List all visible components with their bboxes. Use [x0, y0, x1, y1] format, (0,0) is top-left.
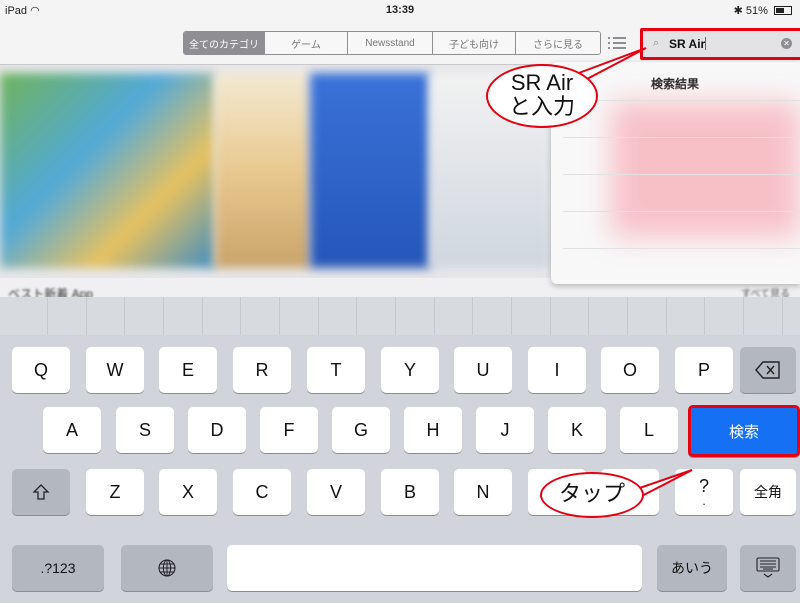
- key-i[interactable]: I: [528, 347, 586, 393]
- key-e[interactable]: E: [159, 347, 217, 393]
- result-list: [563, 100, 800, 285]
- callout-line: タップ: [558, 481, 625, 506]
- key-j[interactable]: J: [476, 407, 534, 453]
- key-b[interactable]: B: [381, 469, 439, 515]
- callout-line: と入力: [508, 94, 575, 119]
- question-label: ?: [698, 476, 709, 496]
- key-s[interactable]: S: [116, 407, 174, 453]
- featured-banner[interactable]: [310, 73, 430, 268]
- key-a[interactable]: A: [43, 407, 101, 453]
- popover-title: 検索結果: [651, 77, 700, 91]
- section-title: ベスト新着 App: [8, 287, 93, 297]
- see-all-link[interactable]: すべて見る: [741, 285, 790, 297]
- search-key[interactable]: 検索: [688, 405, 800, 457]
- key-o[interactable]: O: [601, 347, 659, 393]
- clock: 13:39: [385, 4, 415, 16]
- bluetooth-icon: ✱: [733, 5, 743, 17]
- search-input[interactable]: SR Air: [669, 37, 707, 51]
- key-p[interactable]: P: [675, 347, 733, 393]
- prediction-bar: [0, 297, 800, 335]
- segment-newsstand[interactable]: Newsstand: [347, 32, 432, 54]
- segment-games[interactable]: ゲーム: [264, 32, 347, 54]
- callout-tap: タップ: [540, 472, 644, 518]
- space-key[interactable]: [227, 545, 642, 591]
- key-y[interactable]: Y: [381, 347, 439, 393]
- featured-banner[interactable]: [215, 73, 310, 268]
- battery-icon: [774, 6, 792, 15]
- segment-kids[interactable]: 子ども向け: [432, 32, 515, 54]
- key-d[interactable]: D: [188, 407, 246, 453]
- software-keyboard: Q W E R T Y U I O P A S D F G H J K L 検索…: [0, 297, 800, 603]
- backspace-icon: [755, 361, 780, 379]
- list-icon[interactable]: [608, 34, 626, 50]
- keyboard-dismiss-key[interactable]: [740, 545, 796, 591]
- category-segmented-control: 全てのカテゴリ ゲーム Newsstand 子ども向け さらに見る: [183, 31, 601, 55]
- numbers-key[interactable]: .?123: [12, 545, 104, 591]
- key-r[interactable]: R: [233, 347, 291, 393]
- zenkaku-key[interactable]: 全角: [740, 469, 796, 515]
- callout-type-search: SR Air と入力: [486, 64, 598, 128]
- callout-line: SR Air: [510, 70, 574, 95]
- keyboard-dismiss-icon: [756, 557, 780, 578]
- search-icon: ⌕: [653, 37, 660, 49]
- key-x[interactable]: X: [159, 469, 217, 515]
- shift-icon: [32, 484, 50, 500]
- featured-banner[interactable]: [0, 73, 215, 268]
- search-field[interactable]: ⌕ SR Air ✕: [640, 28, 800, 60]
- status-bar: iPad ◠ 13:39 ✱ 51%: [0, 0, 800, 22]
- globe-key[interactable]: [121, 545, 213, 591]
- key-w[interactable]: W: [86, 347, 144, 393]
- key-z[interactable]: Z: [86, 469, 144, 515]
- list-item[interactable]: [563, 248, 800, 285]
- globe-icon: [158, 559, 176, 577]
- app-store-nav-bar: 全てのカテゴリ ゲーム Newsstand 子ども向け さらに見る ⌕ SR A…: [0, 22, 800, 65]
- list-item[interactable]: [563, 100, 800, 137]
- list-item[interactable]: [563, 211, 800, 248]
- shift-key[interactable]: [12, 469, 70, 515]
- kana-key[interactable]: あいう: [657, 545, 727, 591]
- key-f[interactable]: F: [260, 407, 318, 453]
- key-question[interactable]: ?.: [675, 469, 733, 515]
- key-k[interactable]: K: [548, 407, 606, 453]
- key-n[interactable]: N: [454, 469, 512, 515]
- key-g[interactable]: G: [332, 407, 390, 453]
- key-q[interactable]: Q: [12, 347, 70, 393]
- status-right: ✱ 51%: [734, 4, 792, 17]
- key-v[interactable]: V: [307, 469, 365, 515]
- segment-more[interactable]: さらに見る: [515, 32, 600, 54]
- segment-all-categories[interactable]: 全てのカテゴリ: [184, 32, 264, 54]
- battery-percent: 51%: [745, 5, 768, 17]
- key-l[interactable]: L: [620, 407, 678, 453]
- text-caret: [705, 37, 707, 50]
- list-item[interactable]: [563, 137, 800, 174]
- list-item[interactable]: [563, 174, 800, 211]
- key-c[interactable]: C: [233, 469, 291, 515]
- key-u[interactable]: U: [454, 347, 512, 393]
- clear-icon[interactable]: ✕: [781, 38, 792, 49]
- key-t[interactable]: T: [307, 347, 365, 393]
- key-h[interactable]: H: [404, 407, 462, 453]
- backspace-key[interactable]: [740, 347, 796, 393]
